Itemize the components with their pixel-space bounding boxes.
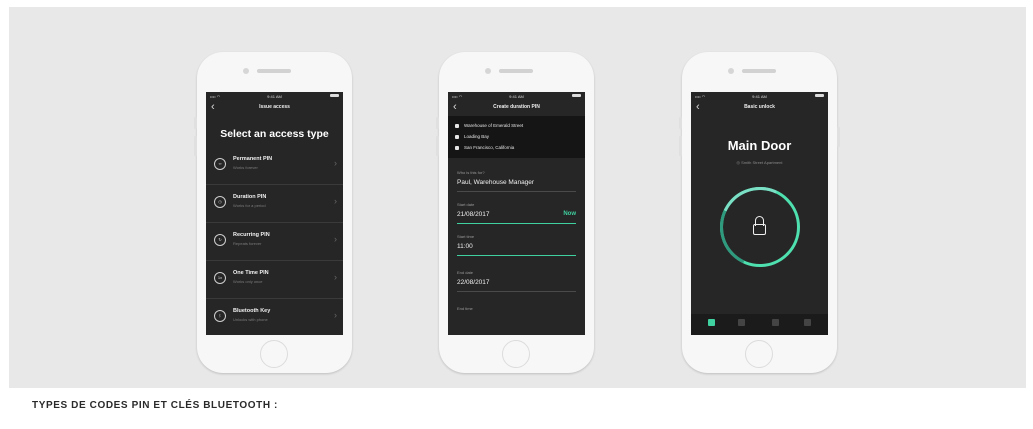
mute-switch <box>436 117 439 129</box>
field-underline-active <box>457 255 576 256</box>
camera-dot <box>243 68 249 74</box>
volume-button <box>194 136 197 156</box>
home-button[interactable] <box>745 340 773 368</box>
tab-bar <box>691 314 828 335</box>
option-name: Bluetooth Key <box>233 308 271 314</box>
field-label: Start time <box>457 234 475 239</box>
volume-button <box>679 136 682 156</box>
option-name: Duration PIN <box>233 194 267 200</box>
now-button[interactable]: Now <box>563 211 576 217</box>
field-value: 11:00 <box>457 243 473 250</box>
option-desc: Works only once <box>233 279 263 284</box>
battery-icon <box>330 94 339 97</box>
power-button <box>837 127 840 147</box>
field-value: 21/08/2017 <box>457 211 490 218</box>
field-label: End time <box>457 306 473 311</box>
battery-icon <box>572 94 581 97</box>
field-underline <box>457 291 576 292</box>
option-bluetooth-key[interactable]: ᛒ Bluetooth Key Unlocks with phone › <box>206 299 343 335</box>
field-label: Who is this for? <box>457 170 485 175</box>
tab-list-icon[interactable] <box>771 318 780 327</box>
field-underline <box>457 191 576 192</box>
nav-bar: ‹ Create duration PIN <box>448 100 585 116</box>
status-bar: •••• ◠ 9:41 AM <box>691 92 828 100</box>
clock-icon: ◷ <box>214 196 226 208</box>
address-line: Loading Bay <box>455 134 489 139</box>
chevron-right-icon: › <box>334 310 337 320</box>
tab-lock-icon[interactable] <box>707 318 716 327</box>
status-time: 9:41 AM <box>267 94 282 99</box>
one-time-icon: 1x <box>214 272 226 284</box>
field-underline-active <box>457 223 576 224</box>
battery-icon <box>815 94 824 97</box>
status-time: 9:41 AM <box>509 94 524 99</box>
home-button[interactable] <box>260 340 288 368</box>
option-one-time-pin[interactable]: 1x One Time PIN Works only once › <box>206 261 343 299</box>
chevron-right-icon: › <box>334 272 337 282</box>
nav-title: Basic unlock <box>744 104 775 110</box>
option-desc: Works for a period <box>233 203 266 208</box>
infinity-icon: ∞ <box>214 158 226 170</box>
option-permanent-pin[interactable]: ∞ Permanent PIN Works forever › <box>206 147 343 185</box>
chevron-right-icon: › <box>334 158 337 168</box>
field-value: 22/08/2017 <box>457 279 490 286</box>
home-button[interactable] <box>502 340 530 368</box>
address-line: Warehouse of Emerald Street <box>455 123 523 128</box>
nav-title: Issue access <box>259 104 290 110</box>
screen: •••• ◠ 9:41 AM ‹ Basic unlock Main Door … <box>691 92 828 335</box>
caption: TYPES DE CODES PIN ET CLÉS BLUETOOTH : <box>32 400 278 411</box>
mute-switch <box>679 117 682 129</box>
mute-switch <box>194 117 197 129</box>
page-heading: Select an access type <box>220 128 329 140</box>
option-name: Recurring PIN <box>233 232 270 238</box>
status-bar: •••• ◠ 9:41 AM <box>448 92 585 100</box>
speaker-slot <box>742 69 776 73</box>
padlock-body <box>753 224 766 235</box>
building-icon <box>455 123 459 128</box>
screen: •••• ◠ 9:41 AM ‹ Issue access Select an … <box>206 92 343 335</box>
tab-send-icon[interactable] <box>737 318 746 327</box>
status-time: 9:41 AM <box>752 94 767 99</box>
field-label: Start date <box>457 202 475 207</box>
volume-button <box>436 136 439 156</box>
option-desc: Repeats forever <box>233 241 262 246</box>
camera-dot <box>728 68 734 74</box>
field-value: Paul, Warehouse Manager <box>457 179 535 186</box>
nav-bar: ‹ Basic unlock <box>691 100 828 116</box>
chevron-right-icon: › <box>334 196 337 206</box>
screen: •••• ◠ 9:41 AM ‹ Create duration PIN War… <box>448 92 585 335</box>
tab-settings-icon[interactable] <box>803 318 812 327</box>
nav-bar: ‹ Issue access <box>206 100 343 116</box>
repeat-icon: ↻ <box>214 234 226 246</box>
phone-basic-unlock: •••• ◠ 9:41 AM ‹ Basic unlock Main Door … <box>679 52 840 373</box>
bluetooth-icon: ᛒ <box>214 310 226 322</box>
phone-create-duration-pin: •••• ◠ 9:41 AM ‹ Create duration PIN War… <box>436 52 594 373</box>
option-desc: Unlocks with phone <box>233 317 268 322</box>
chevron-right-icon: › <box>334 234 337 244</box>
location-pin-icon <box>455 145 459 150</box>
lock-name: Main Door <box>727 138 792 153</box>
address-block: Warehouse of Emerald Street Loading Bay … <box>448 116 585 158</box>
lock-location: ◎ Smith Street Apartment <box>736 160 783 165</box>
nav-title: Create duration PIN <box>493 104 540 110</box>
field-label: End date <box>457 270 474 275</box>
option-name: One Time PIN <box>233 270 269 276</box>
status-bar: •••• ◠ 9:41 AM <box>206 92 343 100</box>
address-line: San Francisco, California <box>455 145 514 150</box>
option-name: Permanent PIN <box>233 156 273 162</box>
option-recurring-pin[interactable]: ↻ Recurring PIN Repeats forever › <box>206 223 343 261</box>
speaker-slot <box>499 69 533 73</box>
camera-dot <box>485 68 491 74</box>
option-duration-pin[interactable]: ◷ Duration PIN Works for a period › <box>206 185 343 223</box>
phone-issue-access: •••• ◠ 9:41 AM ‹ Issue access Select an … <box>194 52 352 373</box>
option-desc: Works forever <box>233 165 258 170</box>
speaker-slot <box>257 69 291 73</box>
lock-icon <box>455 134 459 139</box>
